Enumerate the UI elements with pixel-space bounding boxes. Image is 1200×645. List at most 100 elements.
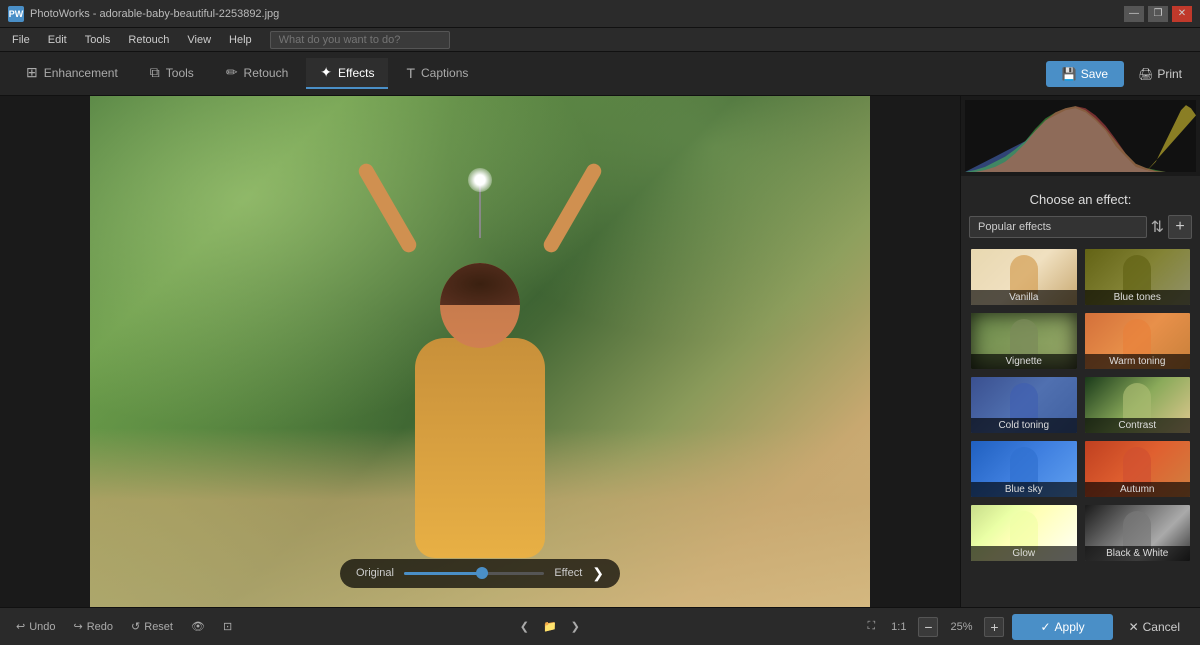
autumn-label: Autumn — [1085, 482, 1191, 497]
folder-icon: 📁 — [543, 620, 557, 633]
effect-blue-tones[interactable]: Blue tones — [1083, 247, 1193, 307]
vignette-label: Vignette — [971, 354, 1077, 369]
apply-button[interactable]: ✓ Apply — [1012, 614, 1112, 640]
menu-retouch[interactable]: Retouch — [120, 32, 177, 48]
view-toggle-button[interactable]: 👁 — [187, 618, 209, 635]
next-button[interactable]: ❯ — [567, 618, 584, 635]
contrast-label: Contrast — [1085, 418, 1191, 433]
zoom-ratio-display: 1:1 — [887, 621, 910, 633]
bottombar: ↩ Undo ↪ Redo ↺ Reset 👁 ⊡ ❮ 📁 ❯ ⛶ — [0, 607, 1200, 645]
redo-button[interactable]: ↪ Redo — [70, 618, 118, 635]
child-dress — [415, 338, 545, 558]
menu-file[interactable]: File — [4, 32, 38, 48]
undo-label: Undo — [29, 621, 55, 633]
effect-autumn[interactable]: Autumn — [1083, 439, 1193, 499]
main-content: Original Effect ❯ — [0, 96, 1200, 607]
histogram-chart — [965, 100, 1196, 172]
captions-icon: T — [406, 65, 415, 81]
tab-group: ⊞ Enhancement ⧉ Tools ✏ Retouch ✦ Effect… — [12, 58, 482, 89]
save-label: Save — [1081, 67, 1108, 81]
tab-captions-label: Captions — [421, 66, 468, 80]
effects-icon: ✦ — [320, 64, 332, 81]
window-title: PhotoWorks - adorable-baby-beautiful-225… — [30, 8, 279, 20]
cancel-label: Cancel — [1143, 620, 1180, 634]
fit-button[interactable]: ⊡ — [219, 618, 236, 635]
prev-button[interactable]: ❮ — [516, 618, 533, 635]
retouch-icon: ✏ — [226, 64, 238, 81]
effects-grid: Vanilla Blue tones Vignette — [969, 247, 1192, 563]
app-icon: PW — [8, 6, 24, 22]
zoom-percent-display: 25% — [946, 621, 976, 633]
maximize-button[interactable]: ❐ — [1148, 6, 1168, 22]
tab-effects-label: Effects — [338, 66, 374, 80]
comparison-slider[interactable] — [404, 572, 544, 575]
titlebar: PW PhotoWorks - adorable-baby-beautiful-… — [0, 0, 1200, 28]
comparison-bar: Original Effect ❯ — [340, 559, 620, 588]
undo-button[interactable]: ↩ Undo — [12, 618, 60, 635]
tab-retouch[interactable]: ✏ Retouch — [212, 58, 302, 89]
save-icon: 💾 — [1062, 67, 1077, 81]
toolbar: ⊞ Enhancement ⧉ Tools ✏ Retouch ✦ Effect… — [0, 52, 1200, 96]
menu-edit[interactable]: Edit — [40, 32, 75, 48]
dandelion-flower — [468, 168, 492, 192]
add-effect-button[interactable]: + — [1168, 215, 1192, 239]
blue-sky-label: Blue sky — [971, 482, 1077, 497]
tab-effects[interactable]: ✦ Effects — [306, 58, 388, 89]
apply-label: Apply — [1055, 620, 1085, 634]
histogram-area — [961, 96, 1200, 176]
tab-tools-label: Tools — [166, 66, 194, 80]
effects-category-dropdown[interactable]: Popular effects — [969, 216, 1147, 238]
effect-contrast[interactable]: Contrast — [1083, 375, 1193, 435]
tab-retouch-label: Retouch — [244, 66, 289, 80]
child-figure — [370, 178, 590, 558]
warm-toning-label: Warm toning — [1085, 354, 1191, 369]
fit-icon: ⊡ — [223, 620, 232, 633]
effect-glow[interactable]: Glow — [969, 503, 1079, 563]
menu-view[interactable]: View — [179, 32, 219, 48]
search-input[interactable] — [270, 31, 450, 49]
cold-toning-label: Cold toning — [971, 418, 1077, 433]
print-label: Print — [1157, 67, 1182, 81]
tab-tools[interactable]: ⧉ Tools — [136, 58, 208, 89]
reset-icon: ↺ — [131, 620, 140, 633]
eye-icon: 👁 — [191, 620, 205, 633]
prev-icon: ❮ — [520, 620, 529, 633]
effect-blue-sky[interactable]: Blue sky — [969, 439, 1079, 499]
tools-icon: ⧉ — [150, 64, 160, 81]
zoom-out-button[interactable]: − — [918, 617, 938, 637]
child-hair — [440, 263, 520, 306]
close-button[interactable]: ✕ — [1172, 6, 1192, 22]
effect-label: Effect — [554, 567, 582, 579]
effect-vignette[interactable]: Vignette — [969, 311, 1079, 371]
minimize-button[interactable]: — — [1124, 6, 1144, 22]
effect-cold-toning[interactable]: Cold toning — [969, 375, 1079, 435]
blue-tones-label: Blue tones — [1085, 290, 1191, 305]
menubar: File Edit Tools Retouch View Help — [0, 28, 1200, 52]
reset-button[interactable]: ↺ Reset — [127, 618, 177, 635]
window-controls[interactable]: — ❐ ✕ — [1124, 6, 1192, 22]
effect-vanilla[interactable]: Vanilla — [969, 247, 1079, 307]
cancel-button[interactable]: ✕ Cancel — [1121, 614, 1188, 640]
effect-bw[interactable]: Black & White — [1083, 503, 1193, 563]
canvas-area: Original Effect ❯ — [0, 96, 960, 607]
save-button[interactable]: 💾 Save — [1046, 61, 1124, 87]
dropdown-arrow-icon: ⇅ — [1151, 217, 1164, 237]
menu-help[interactable]: Help — [221, 32, 260, 48]
effect-warm-toning[interactable]: Warm toning — [1083, 311, 1193, 371]
redo-label: Redo — [87, 621, 113, 633]
child-head — [440, 263, 520, 348]
print-icon: 🖨 — [1138, 67, 1153, 81]
folder-button[interactable]: 📁 — [539, 618, 561, 635]
comparison-arrow[interactable]: ❯ — [592, 565, 604, 582]
tab-enhancement[interactable]: ⊞ Enhancement — [12, 58, 132, 89]
print-button[interactable]: 🖨 Print — [1132, 61, 1188, 87]
photo-container: Original Effect ❯ — [90, 96, 870, 607]
zoom-in-button[interactable]: + — [984, 617, 1004, 637]
effects-filter-row: Popular effects ⇅ + — [969, 215, 1192, 239]
fullscreen-button[interactable]: ⛶ — [863, 618, 879, 635]
original-label: Original — [356, 567, 394, 579]
menu-tools[interactable]: Tools — [77, 32, 119, 48]
tab-captions[interactable]: T Captions — [392, 58, 482, 89]
undo-icon: ↩ — [16, 620, 25, 633]
glow-label: Glow — [971, 546, 1077, 561]
